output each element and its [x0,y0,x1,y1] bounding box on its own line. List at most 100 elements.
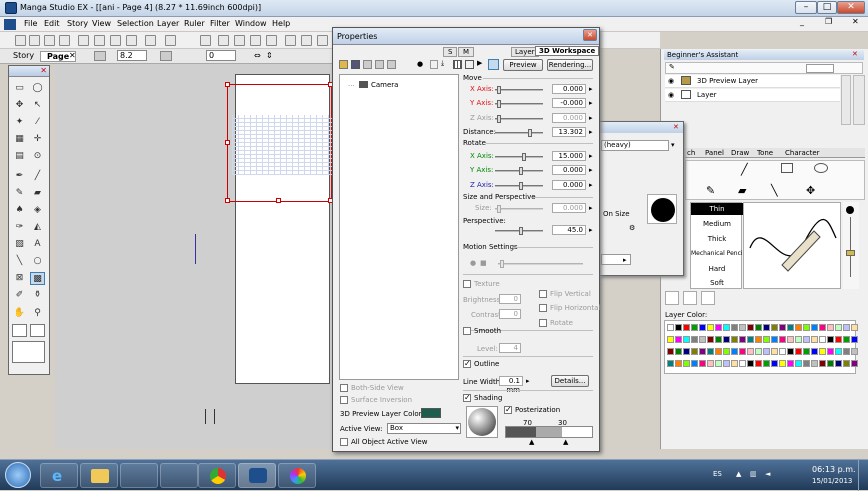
view-mode-1-icon[interactable] [218,35,229,46]
brush-preset-icon[interactable]: ╲ [771,184,778,197]
view-mode-2-icon[interactable] [234,35,245,46]
palette-swatch[interactable] [723,324,730,331]
clock-date[interactable]: 15/01/2013 [812,477,852,485]
palette-swatch[interactable] [683,324,690,331]
view-mode-4-icon[interactable] [266,35,277,46]
palette-swatch[interactable] [819,324,826,331]
pen-list-item[interactable]: Medium [691,218,743,230]
palette-swatch[interactable] [739,348,746,355]
palette-swatch[interactable] [771,360,778,367]
move-z-field[interactable]: 0.000 [552,113,586,123]
distance-field[interactable]: 13.302 [552,127,586,137]
palette-swatch[interactable] [683,348,690,355]
rotate-y-slider[interactable] [495,167,543,175]
palette-swatch[interactable] [851,336,858,343]
palette-swatch[interactable] [683,336,690,343]
pen-preset-icon[interactable]: ╱ [741,163,748,176]
correction-icon[interactable]: ✐ [12,289,27,302]
minimize-button[interactable]: – [795,1,817,14]
palette-swatch[interactable] [803,360,810,367]
pattern-icon[interactable]: ⊠ [12,272,27,285]
brush-options-close-icon[interactable]: ✕ [673,123,679,131]
grid-tool-icon[interactable]: ▤ [12,150,27,163]
palette-swatch[interactable] [667,360,674,367]
menu-ruler[interactable]: Ruler [184,19,205,28]
wand-icon[interactable]: ✦ [12,116,27,129]
arrow-icon[interactable]: ▸ [589,181,593,189]
perspective-slider[interactable] [495,227,543,235]
palette-swatch[interactable] [787,324,794,331]
distance-slider[interactable] [495,129,543,137]
tree-item-camera[interactable]: Camera [371,81,398,89]
palette-swatch[interactable] [707,324,714,331]
menu-file[interactable]: File [24,19,37,28]
hand-icon[interactable]: ✋ [12,307,27,320]
tray-arrow-icon[interactable]: ▲ [736,470,741,478]
new-icon[interactable] [15,35,26,46]
palette-swatch[interactable] [803,324,810,331]
explorer-taskbar-icon[interactable] [80,463,118,488]
palette-swatch[interactable] [779,360,786,367]
ellipse-preset-icon[interactable] [814,163,828,173]
move-layer-icon[interactable]: ✥ [12,99,27,112]
close-tab-icon[interactable]: ✕ [69,51,76,60]
color-slot-2[interactable] [683,291,697,305]
rotate-checkbox[interactable] [539,319,547,327]
palette-swatch[interactable] [771,348,778,355]
palette-swatch[interactable] [755,324,762,331]
redo-icon[interactable] [165,35,176,46]
settings-icon[interactable]: ⚙ [629,224,635,232]
palette-swatch[interactable] [779,348,786,355]
move-y-slider[interactable] [495,100,543,108]
palette-swatch[interactable] [851,360,858,367]
active-view-dropdown[interactable]: Box ▾ [387,423,461,434]
palette-swatch[interactable] [707,348,714,355]
paste-file-icon[interactable] [375,60,384,69]
ruler-icon[interactable] [301,35,312,46]
palette-swatch[interactable] [835,348,842,355]
color-palette[interactable] [664,320,858,374]
palette-swatch[interactable] [707,336,714,343]
contrast-field[interactable]: 0 [499,309,521,319]
details-button[interactable]: Details... [551,375,589,387]
rect-preset-icon[interactable] [781,163,793,173]
smooth-checkbox[interactable] [463,327,471,335]
show-desktop-button[interactable] [858,460,868,491]
ie-taskbar-icon[interactable]: e [40,463,78,488]
pen-list-item-selected[interactable]: Thin [691,203,743,215]
language-indicator[interactable]: ES [713,470,722,478]
arrow-icon[interactable]: ▸ [589,226,593,234]
move-preset-icon[interactable]: ✥ [806,184,815,197]
tab-story[interactable]: Story [13,51,34,60]
palette-swatch[interactable] [811,324,818,331]
selection-frame[interactable] [225,82,333,203]
pen-size-slider[interactable] [843,202,859,289]
shading-checkbox[interactable]: ✓ [463,394,471,402]
palette-swatch[interactable] [787,360,794,367]
palette-swatch[interactable] [779,336,786,343]
palette-swatch[interactable] [835,360,842,367]
rotate-x-slider[interactable] [495,153,543,161]
palette-swatch[interactable] [803,348,810,355]
layer-row[interactable]: ◉ Layer [665,89,840,102]
palette-swatch[interactable] [763,360,770,367]
arrow-right-icon[interactable]: ▸ [623,256,627,264]
palette-swatch[interactable] [763,336,770,343]
layer-name[interactable]: Layer [697,91,717,99]
palette-swatch[interactable] [739,336,746,343]
palette-swatch[interactable] [771,336,778,343]
view-mode-3-icon[interactable] [250,35,261,46]
palette-swatch[interactable] [843,348,850,355]
new-story-icon[interactable] [29,35,40,46]
palette-swatch[interactable] [771,324,778,331]
motion-stop-icon[interactable]: ■ [480,259,487,267]
palette-swatch[interactable] [691,360,698,367]
palette-swatch[interactable] [755,336,762,343]
all-object-view-checkbox[interactable] [340,438,348,446]
palette-swatch[interactable] [843,336,850,343]
eraser-icon[interactable]: ▰ [30,187,45,200]
doc-close-button[interactable]: ✕ [852,17,859,26]
pencil-preset-icon[interactable]: ✎ [706,184,715,197]
palette-swatch[interactable] [811,348,818,355]
paste-icon[interactable] [110,35,121,46]
